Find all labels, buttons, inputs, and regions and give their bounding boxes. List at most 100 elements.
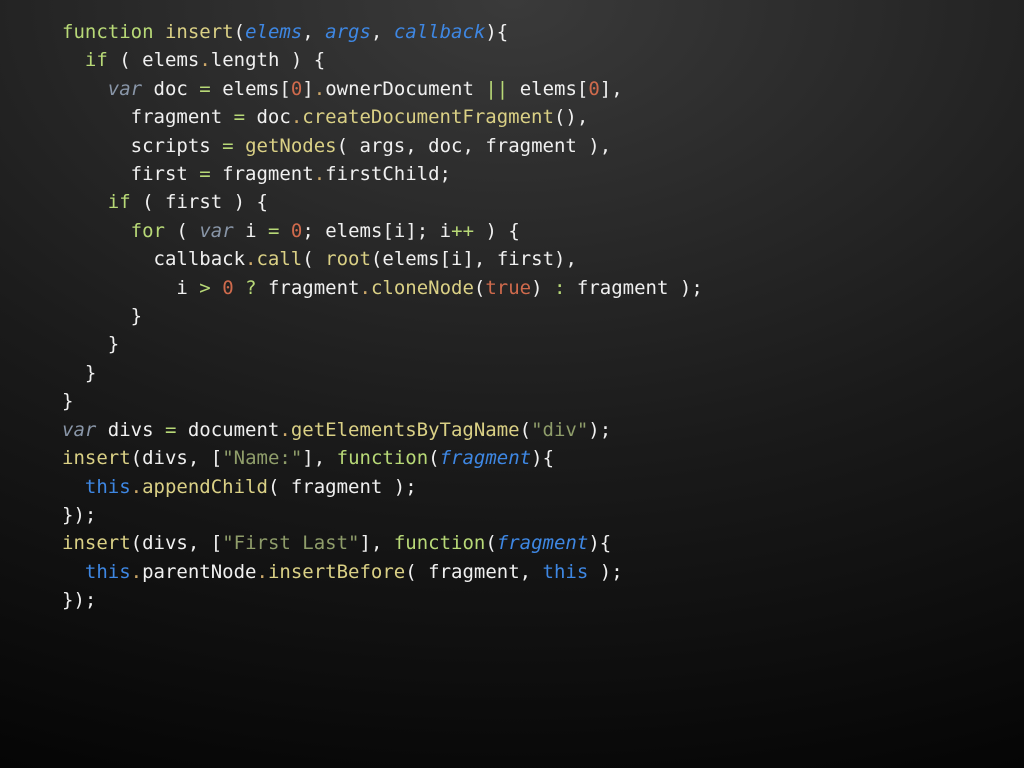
code-token: , — [520, 561, 531, 583]
code-line: first = fragment.firstChild; — [62, 160, 703, 188]
code-token: this — [85, 561, 131, 583]
code-line: scripts = getNodes( args, doc, fragment … — [62, 132, 703, 160]
code-token: function — [394, 532, 486, 554]
code-token: ) — [234, 191, 245, 213]
code-token: first — [62, 163, 199, 185]
code-token: > — [199, 277, 210, 299]
code-token: elems — [382, 248, 439, 270]
code-token: { — [543, 447, 554, 469]
code-token — [279, 220, 290, 242]
code-line: } — [62, 359, 703, 387]
code-token: { — [245, 191, 268, 213]
code-token: { — [302, 49, 325, 71]
code-token: { — [497, 220, 520, 242]
code-token: [ — [211, 532, 222, 554]
code-token — [211, 277, 222, 299]
code-line: for ( var i = 0; elems[i]; i++ ) { — [62, 217, 703, 245]
code-token — [62, 78, 108, 100]
code-line: } — [62, 302, 703, 330]
code-token: appendChild — [142, 476, 268, 498]
code-token: ] — [359, 532, 370, 554]
code-token: , — [600, 135, 611, 157]
code-line: var divs = document.getElementsByTagName… — [62, 416, 703, 444]
code-token: ( — [234, 21, 245, 43]
code-token: ) — [531, 277, 542, 299]
code-token: 0 — [291, 220, 302, 242]
code-token: ) — [485, 21, 496, 43]
code-token: ) — [588, 532, 599, 554]
code-line: this.parentNode.insertBefore( fragment, … — [62, 558, 703, 586]
code-token: insertBefore — [268, 561, 405, 583]
code-token: doc — [417, 135, 463, 157]
code-token: i — [62, 277, 199, 299]
code-token: ; — [85, 589, 96, 611]
code-line: if ( first ) { — [62, 188, 703, 216]
code-token: ( — [485, 532, 496, 554]
code-token: || — [485, 78, 508, 100]
code-token: ( — [131, 447, 142, 469]
code-token: ( — [337, 135, 348, 157]
code-token: if — [108, 191, 131, 213]
code-token: fragment — [565, 277, 679, 299]
code-token: ( — [131, 532, 142, 554]
code-token: ( — [405, 561, 416, 583]
code-token: } — [62, 504, 73, 526]
code-token: fragment — [474, 135, 588, 157]
code-token: fragment — [440, 447, 532, 469]
code-token: elems — [245, 21, 302, 43]
code-token: ]; — [405, 220, 428, 242]
code-token: elems — [211, 78, 280, 100]
code-token: = — [199, 78, 210, 100]
code-token: length — [211, 49, 291, 71]
code-token — [234, 277, 245, 299]
code-token — [62, 220, 131, 242]
code-token: , — [577, 106, 588, 128]
code-line: }); — [62, 501, 703, 529]
code-token: ; — [85, 504, 96, 526]
code-token: } — [62, 589, 73, 611]
code-token: cloneNode — [371, 277, 474, 299]
code-token: this — [85, 476, 131, 498]
code-token: ) — [73, 504, 84, 526]
code-token — [588, 561, 599, 583]
code-token: } — [62, 362, 96, 384]
code-token: [ — [577, 78, 588, 100]
code-token: () — [554, 106, 577, 128]
code-token: doc — [245, 106, 291, 128]
code-token: . — [279, 419, 290, 441]
code-token: ] — [302, 447, 313, 469]
code-token: = — [222, 135, 233, 157]
code-token: call — [256, 248, 302, 270]
code-line: function insert(elems, args, callback){ — [62, 18, 703, 46]
code-token: { — [497, 21, 508, 43]
code-line: insert(divs, ["First Last"], function(fr… — [62, 529, 703, 557]
code-token: i — [234, 220, 268, 242]
code-token: parentNode — [142, 561, 256, 583]
code-token: ( — [302, 248, 313, 270]
code-token: fragment — [211, 163, 314, 185]
code-token: ? — [245, 277, 256, 299]
code-token: ownerDocument — [325, 78, 485, 100]
code-token: ) — [73, 589, 84, 611]
code-token: fragment — [497, 532, 589, 554]
code-token: [ — [440, 248, 451, 270]
code-token: ) — [600, 561, 611, 583]
code-token: fragment — [257, 277, 360, 299]
code-token: root — [325, 248, 371, 270]
code-line: var doc = elems[0].ownerDocument || elem… — [62, 75, 703, 103]
code-token: [ — [382, 220, 393, 242]
code-token — [131, 191, 142, 213]
code-line: if ( elems.length ) { — [62, 46, 703, 74]
code-token: , — [188, 532, 211, 554]
code-token: this — [543, 561, 589, 583]
code-token: ++ — [451, 220, 474, 242]
code-token: ; — [302, 220, 313, 242]
code-line: fragment = doc.createDocumentFragment(), — [62, 103, 703, 131]
code-token: . — [314, 163, 325, 185]
code-token: ( — [119, 49, 130, 71]
code-token: : — [554, 277, 565, 299]
code-token — [234, 135, 245, 157]
code-token: ) — [394, 476, 405, 498]
code-token: , — [188, 447, 211, 469]
code-line: } — [62, 330, 703, 358]
